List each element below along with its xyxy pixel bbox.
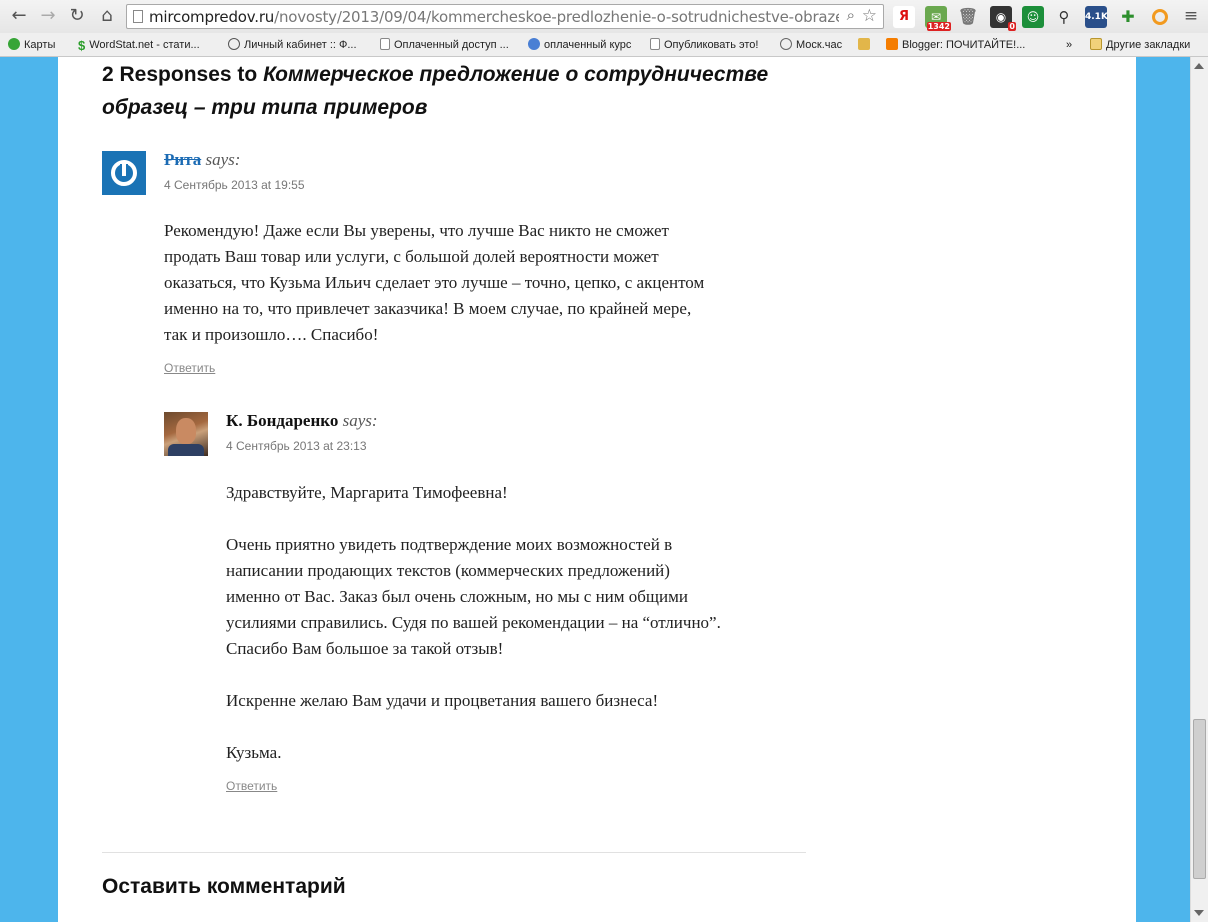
puzzle-icon[interactable]: ✚ bbox=[1117, 6, 1139, 28]
address-bar[interactable]: mircompredov.ru/novosty/2013/09/04/komme… bbox=[126, 4, 884, 29]
dollar-icon: $ bbox=[78, 38, 86, 53]
scroll-down-icon[interactable] bbox=[1194, 910, 1204, 916]
bookmark-item[interactable]: Оплаченный доступ ... bbox=[380, 37, 509, 53]
divider bbox=[102, 852, 806, 853]
forward-arrow-icon[interactable]: → bbox=[37, 5, 59, 27]
bookmarks-bar: Карты $ WordStat.net - стати... Личный ка… bbox=[0, 33, 1208, 57]
comment-author: Рита says: bbox=[164, 150, 241, 169]
blogger-icon bbox=[886, 38, 898, 50]
bookmark-item[interactable]: Опубликовать это! bbox=[650, 37, 758, 53]
comment-text: Очень приятно увидеть подтверждение моих… bbox=[226, 535, 721, 658]
bookmark-item[interactable] bbox=[858, 37, 874, 53]
reload-icon[interactable]: ↻ bbox=[66, 5, 88, 27]
reply-link[interactable]: Ответить bbox=[226, 779, 277, 793]
scrollbar-thumb[interactable] bbox=[1193, 719, 1206, 879]
comments-heading: 2 Responses to Коммерческое предложение … bbox=[102, 63, 769, 119]
page-icon bbox=[380, 38, 390, 50]
bookmark-item[interactable]: Blogger: ПОЧИТАЙТЕ!... bbox=[886, 37, 1025, 53]
mail-checker-icon[interactable]: ✉ 1342 bbox=[925, 6, 951, 31]
bookmark-item[interactable]: Личный кабинет :: Ф... bbox=[228, 37, 357, 53]
seo-tool-icon[interactable]: ◉ 0 bbox=[990, 6, 1016, 31]
yandex-bar-icon[interactable]: Я bbox=[893, 6, 915, 28]
trash-icon[interactable]: 🗑 bbox=[957, 6, 979, 28]
folder-icon bbox=[1090, 38, 1102, 50]
leave-comment-heading: Оставить комментарий bbox=[102, 875, 346, 898]
comment-signature: Кузьма. bbox=[226, 743, 282, 762]
eye-icon bbox=[228, 38, 240, 50]
home-icon[interactable]: ⌂ bbox=[96, 5, 118, 27]
comment-author: К. Бондаренко says: bbox=[226, 411, 378, 430]
bookmark-item[interactable]: Карты bbox=[8, 37, 55, 53]
vertical-scrollbar[interactable] bbox=[1190, 57, 1208, 922]
zoom-icon[interactable]: ⌕ bbox=[847, 7, 855, 24]
other-bookmarks[interactable]: Другие закладки bbox=[1090, 37, 1190, 53]
maps-icon bbox=[8, 38, 20, 50]
scroll-up-icon[interactable] bbox=[1194, 63, 1204, 69]
browser-toolbar: ← → ↻ ⌂ mircompredov.ru/novosty/2013/09/… bbox=[0, 0, 1208, 33]
bookmark-item[interactable]: оплаченный курс bbox=[528, 37, 631, 53]
globe-icon bbox=[528, 38, 540, 50]
comment-date[interactable]: 4 Сентябрь 2013 at 23:13 bbox=[226, 439, 367, 453]
menu-icon[interactable]: ≡ bbox=[1180, 5, 1202, 27]
comment-date[interactable]: 4 Сентябрь 2013 at 19:55 bbox=[164, 178, 305, 192]
bookmark-item[interactable]: Моск.час bbox=[780, 37, 842, 53]
page-icon bbox=[650, 38, 660, 50]
url-text[interactable]: mircompredov.ru/novosty/2013/09/04/komme… bbox=[149, 8, 839, 26]
clock-icon bbox=[780, 38, 792, 50]
reply-link[interactable]: Ответить bbox=[164, 361, 215, 375]
comment-text: Здравствуйте, Маргарита Тимофеевна! bbox=[226, 483, 508, 502]
page-icon bbox=[133, 10, 143, 23]
counter-extension-icon[interactable]: 4.1K bbox=[1085, 6, 1108, 28]
bookmark-item[interactable]: $ WordStat.net - стати... bbox=[78, 37, 200, 53]
folder-icon bbox=[858, 38, 870, 50]
back-arrow-icon[interactable]: ← bbox=[8, 5, 30, 27]
comment-text: Рекомендую! Даже если Вы уверены, что лу… bbox=[164, 221, 705, 344]
comment-text: Искренне желаю Вам удачи и процветания в… bbox=[226, 691, 659, 710]
avatar bbox=[102, 151, 146, 195]
author-link[interactable]: Рита bbox=[164, 150, 201, 169]
orange-ring-icon[interactable] bbox=[1149, 6, 1171, 28]
bookmark-star-icon[interactable]: ☆ bbox=[862, 6, 877, 26]
avatar bbox=[164, 412, 208, 456]
rds-bar-icon[interactable]: ☺ bbox=[1022, 6, 1044, 28]
bookmarks-more[interactable]: » bbox=[1066, 37, 1072, 53]
binoculars-icon[interactable]: ⚲ bbox=[1053, 6, 1075, 28]
